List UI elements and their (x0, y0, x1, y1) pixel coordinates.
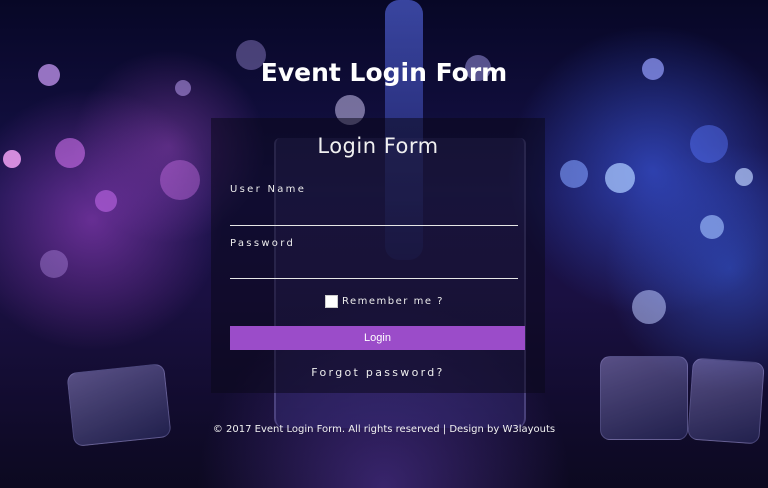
page-title: Event Login Form (260, 58, 508, 87)
login-button[interactable]: Login (230, 326, 525, 350)
bokeh-light (3, 150, 21, 168)
login-panel: Login Form User Name Password Remember m… (211, 118, 545, 393)
remember-me-checkbox[interactable] (325, 295, 338, 308)
forgot-password-link[interactable]: Forgot password? (211, 366, 545, 379)
bokeh-light (55, 138, 85, 168)
bokeh-light (40, 250, 68, 278)
bokeh-light (560, 160, 588, 188)
bokeh-light (735, 168, 753, 186)
password-input[interactable] (230, 256, 518, 279)
bokeh-light (632, 290, 666, 324)
bokeh-light (160, 160, 200, 200)
bokeh-light (700, 215, 724, 239)
bokeh-light (605, 163, 635, 193)
password-label: Password (230, 238, 296, 249)
remember-me-label: Remember me ? (342, 296, 444, 307)
bokeh-light (95, 190, 117, 212)
remember-me-row[interactable]: Remember me ? (325, 295, 444, 308)
footer-copyright: © 2017 Event Login Form. All rights rese… (212, 424, 556, 435)
username-label: User Name (230, 184, 307, 195)
bokeh-light (690, 125, 728, 163)
form-heading: Login Form (317, 134, 439, 158)
username-input[interactable] (230, 203, 518, 226)
